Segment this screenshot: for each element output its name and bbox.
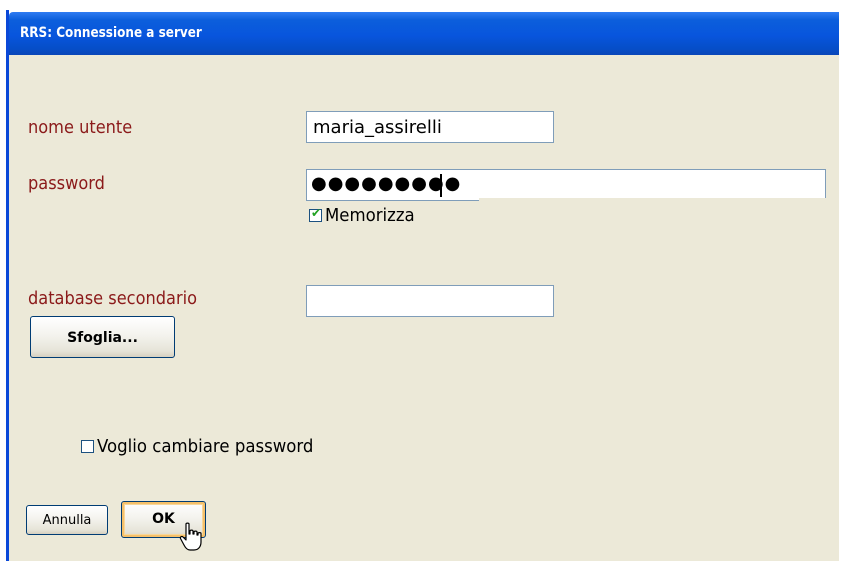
password-label: password <box>28 173 105 194</box>
change-password-checkbox[interactable] <box>81 440 94 453</box>
check-icon: ✔ <box>311 206 322 220</box>
browse-button[interactable]: Sfoglia... <box>30 316 175 358</box>
change-password-row[interactable]: Voglio cambiare password <box>81 436 332 457</box>
remember-label: Memorizza <box>325 205 415 226</box>
field-overlap-mask <box>479 198 827 205</box>
title-bar[interactable]: RRS: Connessione a server <box>9 12 839 55</box>
remember-checkbox[interactable]: ✔ <box>309 206 322 222</box>
username-field[interactable] <box>306 111 554 143</box>
password-mask: ●●●●●●●●● <box>311 173 462 194</box>
username-label: nome utente <box>28 117 133 138</box>
username-input[interactable] <box>307 112 553 142</box>
login-dialog: RRS: Connessione a server nome utente pa… <box>0 0 845 561</box>
hand-pointer-icon <box>179 522 202 551</box>
password-field[interactable]: ●●●●●●●●● <box>306 169 826 201</box>
cancel-button[interactable]: Annulla <box>26 505 108 535</box>
text-caret <box>440 174 442 197</box>
change-password-label: Voglio cambiare password <box>97 436 314 457</box>
secondary-db-label: database secondario <box>28 288 198 309</box>
secondary-db-input[interactable] <box>307 286 553 316</box>
secondary-db-field[interactable] <box>306 285 554 317</box>
window-title: RRS: Connessione a server <box>20 25 202 41</box>
remember-checkbox-row[interactable]: ✔ Memorizza <box>309 205 422 226</box>
